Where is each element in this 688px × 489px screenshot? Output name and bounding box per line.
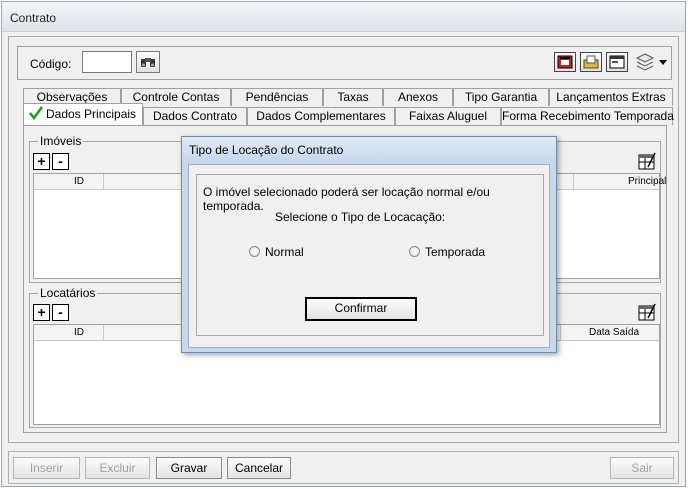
codigo-label: Código: — [30, 57, 72, 71]
minus-icon: - — [58, 153, 63, 169]
window-titlebar: Contrato — [2, 2, 685, 32]
add-imovel-button[interactable]: + — [33, 153, 50, 170]
sair-button[interactable]: Sair — [610, 457, 674, 479]
tab-dados-principais[interactable]: Dados Principais — [23, 103, 143, 125]
layers-dropdown[interactable] — [635, 51, 669, 73]
edit-locatarios-button[interactable] — [638, 303, 656, 321]
tab-label: Dados Principais — [46, 107, 137, 121]
tab-label: Dados Contrato — [152, 109, 238, 123]
remove-locatario-button[interactable]: - — [52, 304, 69, 321]
binoculars-icon — [141, 58, 155, 67]
confirmar-button[interactable]: Confirmar — [305, 297, 417, 321]
remove-imovel-button[interactable]: - — [52, 153, 69, 170]
search-button[interactable] — [136, 51, 160, 73]
edit-imoveis-button[interactable] — [638, 152, 656, 170]
tab-faixas-aluguel[interactable]: Faixas Aluguel — [395, 107, 501, 125]
tipo-locacao-dialog: Tipo de Locação do Contrato O imóvel sel… — [181, 136, 557, 353]
plus-icon: + — [37, 153, 46, 169]
button-label: Gravar — [170, 461, 208, 475]
tab-forma-recebimento-temporada[interactable]: Forma Recebimento Temporada — [501, 107, 674, 125]
window-icon — [609, 55, 625, 69]
dialog-body: O imóvel selecionado poderá ser locação … — [188, 164, 550, 348]
tab-label: Tipo Garantia — [464, 90, 538, 104]
tab-pendencias[interactable]: Pendências — [231, 88, 323, 106]
button-label: Sair — [631, 461, 653, 475]
col-id: ID — [74, 176, 84, 187]
document-folder-icon — [583, 55, 599, 69]
radio-circle — [249, 246, 260, 257]
codigo-input[interactable] — [82, 51, 132, 73]
window-button[interactable] — [606, 52, 628, 72]
tab-label: Taxas — [337, 90, 369, 104]
imoveis-legend: Imóveis — [38, 134, 84, 148]
radio-circle — [409, 246, 420, 257]
radio-temporada-label: Temporada — [425, 245, 486, 259]
dialog-prompt: Selecione o Tipo de Locacação: — [275, 210, 446, 224]
plus-icon: + — [37, 304, 46, 320]
add-locatario-button[interactable]: + — [33, 304, 50, 321]
button-label: Confirmar — [334, 301, 388, 315]
locatarios-legend: Locatários — [38, 286, 98, 300]
button-label: Cancelar — [234, 461, 284, 475]
phone-button[interactable] — [554, 52, 576, 72]
tab-label: Pendências — [245, 90, 309, 104]
tab-label: Lançamentos Extras — [556, 90, 666, 104]
tab-label: Controle Contas — [132, 90, 220, 104]
dialog-titlebar: Tipo de Locação do Contrato — [182, 137, 556, 163]
minus-icon: - — [58, 304, 63, 320]
col-principal: Principal — [628, 176, 667, 187]
dialog-group: O imóvel selecionado poderá ser locação … — [196, 174, 544, 336]
cancelar-button[interactable]: Cancelar — [227, 457, 291, 479]
phone-icon — [557, 55, 573, 69]
tab-anexos[interactable]: Anexos — [383, 88, 453, 106]
inserir-button[interactable]: Inserir — [13, 457, 80, 479]
tab-row-front: Dados Principais Dados Contrato Dados Co… — [23, 103, 674, 125]
col-data-saida: Data Saída — [589, 327, 640, 338]
chevron-down-icon — [659, 60, 667, 65]
edit-grid-icon — [638, 303, 656, 321]
col-id: ID — [74, 327, 84, 338]
excluir-button[interactable]: Excluir — [85, 457, 150, 479]
tab-label: Anexos — [397, 90, 439, 104]
document-folder-button[interactable] — [580, 52, 602, 72]
tab-dados-complementares[interactable]: Dados Complementares — [247, 107, 395, 125]
edit-grid-icon — [638, 152, 656, 170]
window-title: Contrato — [10, 11, 57, 25]
tab-lancamentos-extras[interactable]: Lançamentos Extras — [549, 88, 673, 106]
button-label: Excluir — [99, 461, 136, 475]
layers-icon — [635, 53, 655, 71]
button-label: Inserir — [29, 461, 64, 475]
dialog-title: Tipo de Locação do Contrato — [189, 143, 344, 157]
radio-normal-label: Normal — [265, 245, 304, 259]
radio-normal[interactable]: Normal — [249, 245, 329, 261]
tab-taxas[interactable]: Taxas — [323, 88, 383, 106]
search-toolbar: Código: — [17, 46, 672, 80]
tab-label: Forma Recebimento Temporada — [502, 109, 674, 123]
action-bar: Inserir Excluir Gravar Cancelar Sair — [8, 451, 679, 484]
tab-label: Faixas Aluguel — [408, 109, 488, 123]
tab-dados-contrato[interactable]: Dados Contrato — [143, 107, 247, 125]
tab-label: Dados Complementares — [256, 109, 386, 123]
tab-label: Observações — [36, 90, 108, 104]
gravar-button[interactable]: Gravar — [156, 457, 222, 479]
checkmark-icon — [29, 106, 44, 120]
tab-tipo-garantia[interactable]: Tipo Garantia — [453, 88, 549, 106]
radio-temporada[interactable]: Temporada — [409, 245, 509, 261]
dialog-message: O imóvel selecionado poderá ser locação … — [203, 185, 490, 213]
